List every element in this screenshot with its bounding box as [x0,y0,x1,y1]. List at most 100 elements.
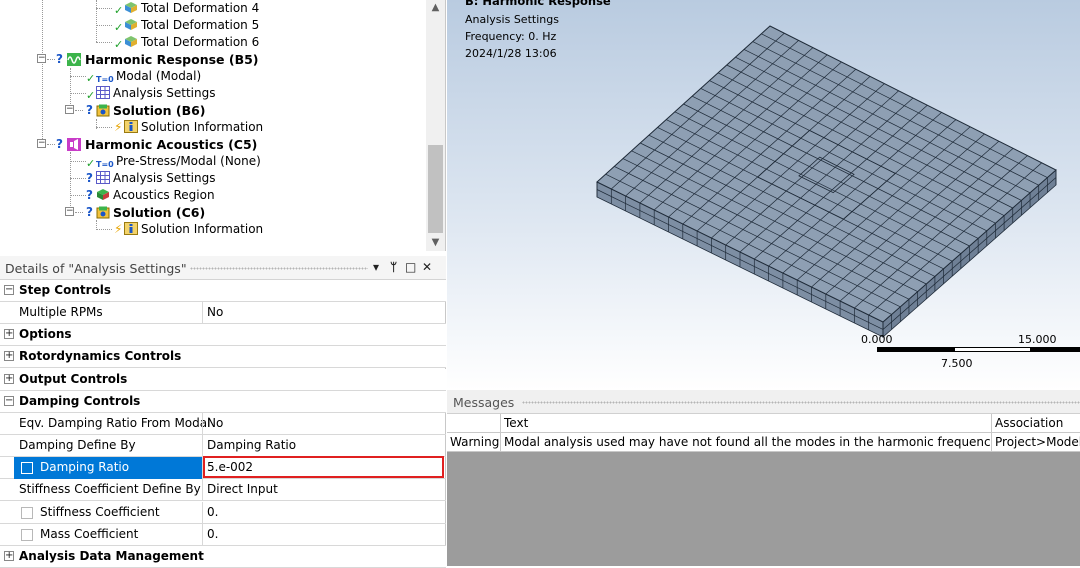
project-tree: − − − − ✓ Total Deformation 4 ✓ Total De… [0,0,446,251]
property-row[interactable]: Damping Define By Damping Ratio [0,435,446,458]
tree-item-harmonic-acoustics[interactable]: ? Harmonic Acoustics (C5) [56,136,257,153]
section-row[interactable]: + Analysis Data Management [0,545,446,568]
expand-toggle[interactable]: − [65,207,74,216]
tree-item-solution-information-b[interactable]: ⚡ Solution Information [114,119,263,136]
tree-item-harmonic-response[interactable]: ? Harmonic Response (B5) [56,51,259,68]
property-name: Eqv. Damping Ratio From Modal [19,415,211,430]
dropdown-icon[interactable]: ▾ [373,260,379,274]
property-value[interactable]: No [207,413,223,435]
tree-item-total-deformation-5[interactable]: ✓ Total Deformation 5 [114,17,259,34]
solution-icon [96,104,110,117]
tree-item-pre-stress-modal[interactable]: ✓ T=0 Pre-Stress/Modal (None) [86,153,261,170]
initial-condition-icon: T=0 [96,160,114,169]
property-name: Damping Ratio [40,460,130,475]
column-header-type[interactable] [447,414,501,433]
messages-title: Messages [453,395,515,410]
tree-item-total-deformation-6[interactable]: ✓ Total Deformation 6 [114,34,260,51]
tree-item-analysis-settings-b[interactable]: ✓ Analysis Settings [86,85,216,102]
tree-connector [75,110,83,111]
harmonic-analysis-icon [67,53,81,66]
expand-toggle[interactable]: − [65,105,74,114]
initial-condition-icon: T=0 [96,75,114,84]
property-value[interactable]: 0. [207,502,218,524]
unsolved-question-icon: ? [86,103,93,117]
tree-item-solution-c6[interactable]: ? Solution (C6) [86,204,206,221]
tree-item-label: Solution (C6) [113,205,206,220]
tree-connector [96,25,112,26]
property-value[interactable]: No [207,302,223,324]
collapse-icon[interactable]: − [4,395,14,406]
tree-item-acoustics-region[interactable]: ? Acoustics Region [86,187,215,204]
graphics-viewport[interactable]: B: Harmonic Response Analysis Settings F… [447,0,1080,390]
tree-connector [42,0,43,145]
scroll-down-icon[interactable]: ▼ [426,235,445,251]
parameter-checkbox[interactable] [21,528,33,541]
tree-item-label: Total Deformation 6 [141,35,260,49]
section-label: Rotordynamics Controls [19,349,182,364]
lightning-bolt-icon: ⚡ [114,120,123,134]
maximize-icon[interactable]: □ [405,260,416,274]
parameter-checkbox[interactable] [21,462,33,475]
expand-toggle[interactable]: − [37,139,46,148]
details-panel: Details of "Analysis Settings" ▾ ᛘ □ ✕ −… [0,256,446,568]
mesh-top-face [596,25,1057,323]
section-row[interactable]: − Step Controls [0,280,446,302]
message-text[interactable]: Modal analysis used may have not found a… [501,433,992,452]
collapse-icon[interactable]: − [4,285,14,295]
annotation-highlight-box [203,456,444,479]
tree-item-label: Analysis Settings [113,86,216,100]
expand-toggle[interactable]: − [37,54,46,63]
property-name: Stiffness Coefficient [40,504,160,519]
message-association[interactable]: Project>Model [992,433,1080,452]
column-header-text[interactable]: Text [501,414,992,433]
scroll-up-icon[interactable]: ▲ [426,0,445,16]
expand-icon[interactable]: + [4,329,14,340]
property-row[interactable]: Stiffness Coefficient Define By Direct In… [0,479,446,502]
tree-connector [70,161,86,162]
tree-item-modal[interactable]: ✓ T=0 Modal (Modal) [86,68,201,85]
section-label: Output Controls [19,371,128,386]
property-row[interactable]: Stiffness Coefficient 0. [0,501,446,524]
parameter-checkbox[interactable] [21,506,33,519]
scroll-thumb[interactable] [428,145,443,233]
property-value[interactable]: 0. [207,524,218,546]
expand-icon[interactable]: + [4,550,14,561]
section-label: Options [19,327,72,342]
details-title: Details of "Analysis Settings" [5,261,187,276]
expand-icon[interactable]: + [4,373,14,384]
result-cube-icon [125,36,137,47]
tree-scrollbar[interactable]: ▲ ▼ [426,0,445,251]
tree-connector [96,42,112,43]
pin-icon[interactable]: ᛘ [390,260,397,274]
section-row[interactable]: − Damping Controls [0,390,446,413]
analysis-settings-icon [96,86,110,99]
message-type[interactable]: Warning [447,433,501,452]
mesh-plate [596,25,1057,338]
acoustics-analysis-icon [67,138,81,151]
grip-dots [522,401,1080,404]
property-row[interactable]: Multiple RPMs No [0,302,446,325]
section-row[interactable]: + Rotordynamics Controls [0,346,446,369]
tree-item-label: Harmonic Response (B5) [85,52,259,67]
tree-item-total-deformation-4[interactable]: ✓ Total Deformation 4 [114,0,259,17]
property-value[interactable]: Direct Input [207,479,278,501]
section-row[interactable]: + Output Controls [0,368,446,391]
tree-connector [75,212,83,213]
unsolved-question-icon: ? [56,137,63,151]
solution-icon [96,206,110,219]
section-label: Damping Controls [19,393,141,408]
information-icon [124,222,138,235]
property-value[interactable]: Damping Ratio [207,435,296,457]
column-divider [202,523,203,546]
expand-icon[interactable]: + [4,351,14,362]
property-row[interactable]: Mass Coefficient 0. [0,523,446,546]
column-header-association[interactable]: Association [992,414,1080,433]
property-row[interactable]: Eqv. Damping Ratio From Modal No [0,412,446,435]
tree-item-solution-information-c[interactable]: ⚡ Solution Information [114,221,263,238]
close-icon[interactable]: ✕ [422,260,432,274]
section-row[interactable]: + Options [0,324,446,347]
tree-item-analysis-settings-c[interactable]: ? Analysis Settings [86,170,215,187]
unsolved-question-icon: ? [86,205,93,219]
tree-item-solution-b6[interactable]: ? Solution (B6) [86,102,206,119]
messages-table: Text Association Warning Modal analysis … [447,414,1080,452]
